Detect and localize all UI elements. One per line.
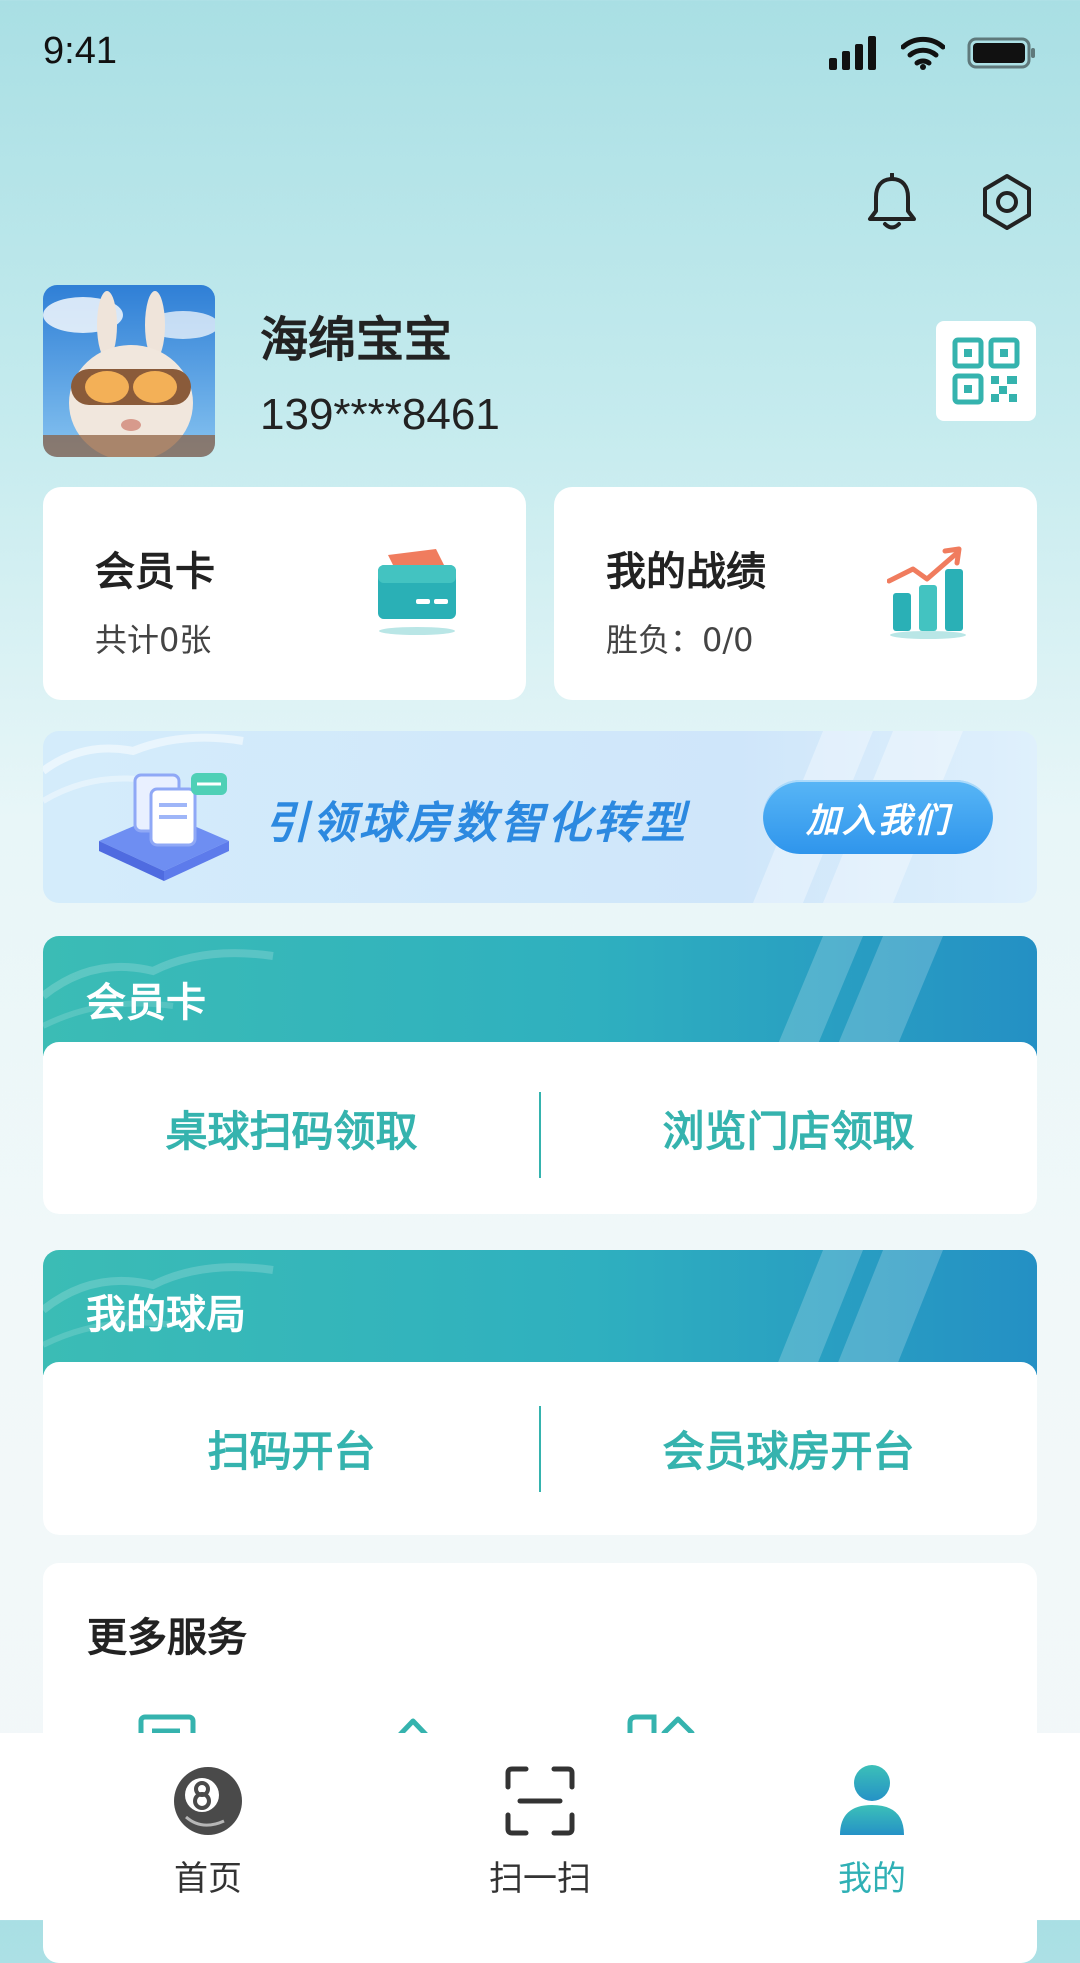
stat-title: 会员卡 <box>95 549 215 595</box>
promo-banner[interactable]: 引领球房数智化转型 加入我们 <box>43 731 1037 903</box>
tab-label: 首页 <box>174 1859 242 1899</box>
card-icon <box>376 545 458 641</box>
stat-title: 我的战绩 <box>606 549 766 595</box>
section-body: 扫码开台 会员球房开台 <box>43 1362 1037 1535</box>
scan-claim-link[interactable]: 桌球扫码领取 <box>43 1042 540 1214</box>
section-title: 我的球局 <box>86 1292 246 1338</box>
tab-mine[interactable]: 我的 <box>772 1733 972 1920</box>
battery-icon <box>967 37 1035 69</box>
phone-number: 139****8461 <box>260 390 500 439</box>
section-header: 我的球局 <box>43 1250 1037 1375</box>
my-record-summary[interactable]: 我的战绩 胜负：0/0 <box>554 487 1037 700</box>
more-services-title: 更多服务 <box>87 1615 247 1661</box>
signal-icon <box>829 36 876 70</box>
my-games-section: 我的球局 扫码开台 会员球房开台 <box>43 1250 1037 1535</box>
status-time: 9:41 <box>43 30 117 72</box>
billiard-ball-icon <box>174 1767 242 1835</box>
status-icons <box>829 36 1037 70</box>
member-room-open-table-link[interactable]: 会员球房开台 <box>540 1362 1037 1535</box>
member-card-section: 会员卡 桌球扫码领取 浏览门店领取 <box>43 936 1037 1214</box>
section-body: 桌球扫码领取 浏览门店领取 <box>43 1042 1037 1214</box>
notification-bell-icon[interactable] <box>860 170 924 234</box>
qr-code-icon <box>952 337 1020 405</box>
banner-slogan: 引领球房数智化转型 <box>265 798 688 849</box>
chart-trend-icon <box>886 545 969 645</box>
tab-scan[interactable]: 扫一扫 <box>440 1733 640 1920</box>
avatar[interactable] <box>43 285 215 457</box>
member-card-summary[interactable]: 会员卡 共计0张 <box>43 487 526 700</box>
settings-icon[interactable] <box>975 170 1039 234</box>
scan-icon <box>505 1766 575 1836</box>
stat-subtitle: 胜负：0/0 <box>606 621 754 659</box>
join-us-button[interactable]: 加入我们 <box>763 780 993 854</box>
section-header: 会员卡 <box>43 936 1037 1056</box>
wifi-icon <box>901 36 945 70</box>
tab-label: 扫一扫 <box>489 1859 591 1899</box>
stat-subtitle: 共计0张 <box>95 621 212 659</box>
user-icon <box>840 1765 904 1835</box>
scan-open-table-link[interactable]: 扫码开台 <box>43 1362 540 1535</box>
tab-bar: 首页 扫一扫 我的 <box>0 1733 1080 1920</box>
data-platform-illustration <box>89 753 239 887</box>
tab-label: 我的 <box>838 1859 906 1899</box>
tab-home[interactable]: 首页 <box>108 1733 308 1920</box>
browse-store-claim-link[interactable]: 浏览门店领取 <box>540 1042 1037 1214</box>
section-title: 会员卡 <box>86 980 206 1026</box>
username: 海绵宝宝 <box>260 312 453 368</box>
qr-code-button[interactable] <box>936 321 1036 421</box>
